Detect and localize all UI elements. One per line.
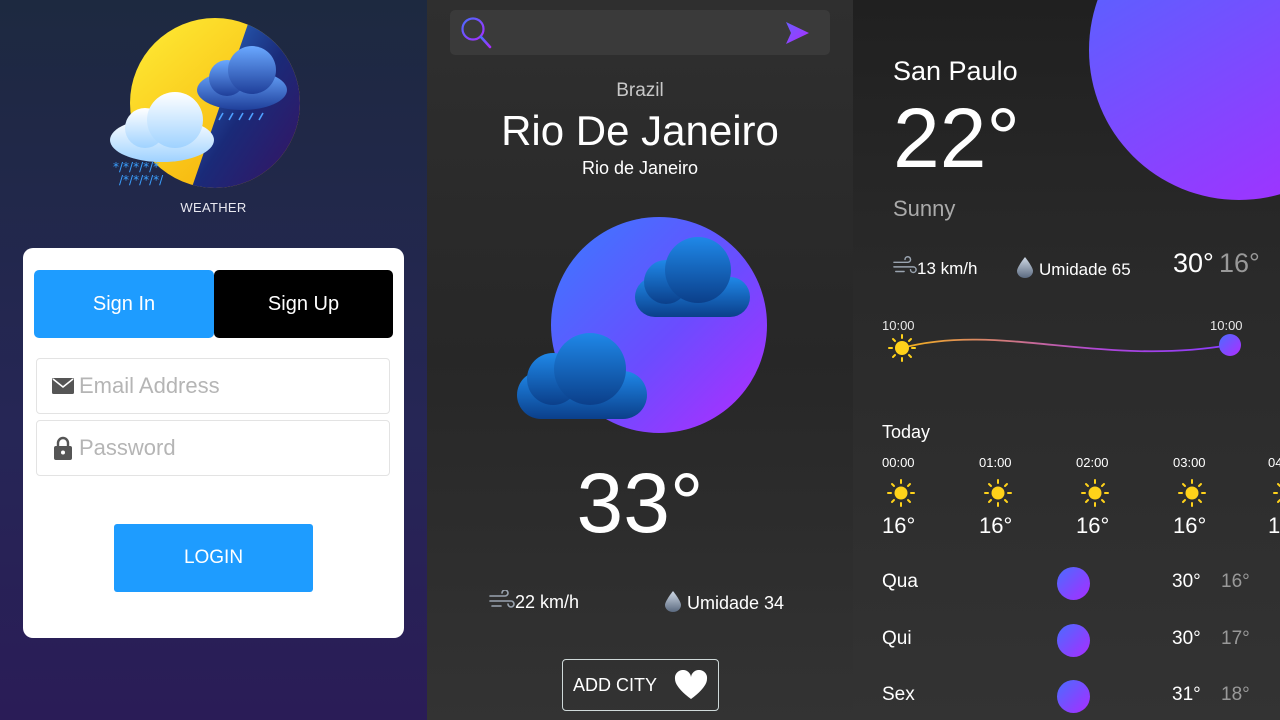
weather-dot-icon — [1057, 567, 1090, 600]
hourly-temp: 16° — [882, 513, 916, 538]
svg-text:*/*/*/*/*: */*/*/*/* — [113, 160, 159, 174]
password-field[interactable] — [36, 420, 390, 476]
daily-day: Sex — [882, 684, 915, 705]
sun-icon — [1272, 478, 1280, 508]
sun-icon — [983, 478, 1013, 508]
search-bar[interactable] — [450, 10, 830, 55]
hourly-time: 01:00 — [979, 455, 1012, 470]
mail-icon — [51, 374, 75, 398]
weather-logo-icon: */*/*/*/* /*/*/*/*/ — [105, 18, 305, 193]
country-label: Brazil — [616, 80, 664, 101]
tab-sign-up[interactable]: Sign Up — [214, 270, 393, 338]
daily-day: Qui — [882, 628, 912, 649]
today-label: Today — [882, 422, 931, 442]
login-button[interactable]: LOGIN — [114, 524, 313, 592]
cloud-icon — [509, 205, 779, 445]
add-city-button[interactable]: ADD CITY — [562, 659, 719, 711]
sun-icon — [886, 478, 916, 508]
svg-text:/*/*/*/*/: /*/*/*/*/ — [119, 173, 164, 187]
hourly-temp: 16° — [979, 513, 1013, 538]
add-city-label: ADD CITY — [573, 674, 658, 695]
daily-high: 31° — [1172, 684, 1201, 705]
hourly-item: 03:00 16° — [1173, 455, 1233, 539]
wind-icon — [489, 589, 515, 615]
drop-icon — [664, 590, 682, 617]
daily-row[interactable]: Qua 30° 16° — [882, 563, 1277, 603]
sun-track — [880, 312, 1280, 372]
lock-icon — [51, 436, 75, 460]
humidity-stat: Umidade 34 — [664, 590, 784, 617]
login-screen: */*/*/*/* /*/*/*/*/ WEATHER Sign In Sign… — [0, 0, 427, 720]
wind-stat: 22 km/h — [489, 589, 580, 615]
hourly-item: 00:00 16° — [882, 455, 942, 539]
password-input[interactable] — [79, 435, 369, 461]
humidity-value: Umidade 34 — [687, 593, 785, 613]
detail-wind-stat: 13 km/h — [893, 256, 977, 281]
daily-low: 18° — [1221, 684, 1250, 705]
daily-low: 17° — [1221, 628, 1250, 649]
weather-dot-icon — [1057, 624, 1090, 657]
daily-high: 30° — [1172, 571, 1201, 592]
daily-row[interactable]: Qui 30° 17° — [882, 620, 1277, 660]
detail-city-name: San Paulo — [893, 56, 1018, 86]
city-screen: Brazil Rio De Janeiro Rio de Janeiro 33°… — [427, 0, 853, 720]
detail-low: 16° — [1219, 248, 1260, 278]
sun-icon — [1177, 478, 1207, 508]
login-card: Sign In Sign Up LOGIN — [23, 248, 404, 638]
send-icon[interactable] — [784, 21, 810, 45]
wind-icon — [893, 256, 917, 281]
detail-humidity-stat: Umidade 65 — [1016, 256, 1131, 283]
email-input[interactable] — [79, 373, 369, 399]
weather-dot-icon — [1057, 680, 1090, 713]
detail-humidity-value: Umidade 65 — [1039, 259, 1131, 279]
daily-row[interactable]: Sex 31° 18° — [882, 676, 1277, 716]
hourly-temp: 16° — [1173, 513, 1207, 538]
drop-icon — [1016, 256, 1034, 283]
state-label: Rio de Janeiro — [581, 158, 699, 178]
detail-temperature: 22° — [893, 91, 1021, 185]
hourly-temp: 1 — [1268, 513, 1280, 538]
city-name: Rio De Janeiro — [501, 107, 779, 154]
current-temperature: 33° — [576, 456, 704, 550]
hourly-item: 01:00 16° — [979, 455, 1039, 539]
hourly-item: 02:00 16° — [1076, 455, 1136, 539]
hourly-item: 04 1 — [1268, 455, 1280, 539]
heart-icon — [674, 669, 708, 700]
detail-screen: San Paulo 22° Sunny 13 km/h Umidade 65 3… — [853, 0, 1280, 720]
weather-orb — [1089, 0, 1280, 200]
sun-icon — [888, 334, 916, 362]
wind-value: 22 km/h — [515, 592, 580, 612]
hourly-time: 03:00 — [1173, 455, 1206, 470]
daily-low: 16° — [1221, 571, 1250, 592]
daily-high: 30° — [1172, 628, 1201, 649]
daily-day: Qua — [882, 571, 918, 592]
sun-icon — [1080, 478, 1110, 508]
hourly-time: 02:00 — [1076, 455, 1109, 470]
hourly-time: 04 — [1268, 455, 1280, 470]
detail-wind-value: 13 km/h — [917, 258, 978, 278]
hourly-time: 00:00 — [882, 455, 915, 470]
detail-condition: Sunny — [893, 196, 956, 221]
detail-high: 30° — [1173, 248, 1214, 278]
hourly-temp: 16° — [1076, 513, 1110, 538]
app-caption: WEATHER — [180, 200, 247, 215]
tab-sign-in[interactable]: Sign In — [34, 270, 214, 338]
search-icon[interactable] — [460, 16, 492, 50]
email-field[interactable] — [36, 358, 390, 414]
